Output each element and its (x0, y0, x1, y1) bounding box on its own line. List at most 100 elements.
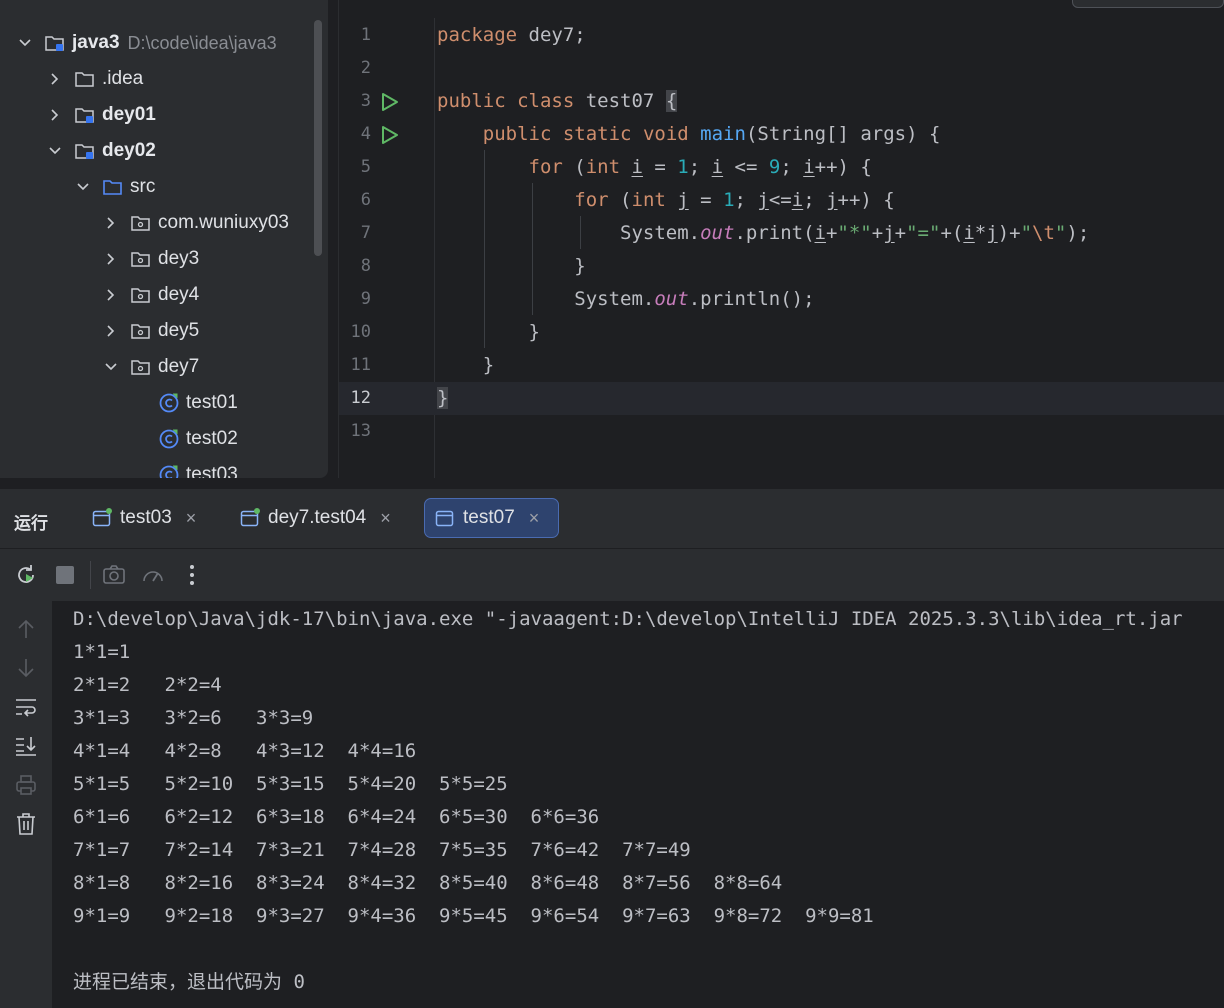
chevron-right-icon[interactable] (100, 248, 122, 270)
tree-item-label: .idea (102, 68, 144, 89)
tree-item-test02[interactable]: test02 (158, 421, 238, 457)
chevron-right-icon[interactable] (44, 68, 66, 90)
run-tab-label: test03 (120, 507, 172, 528)
chevron-right-icon[interactable] (100, 320, 122, 342)
run-toolbar (0, 548, 1224, 602)
line-number: 6 (360, 190, 371, 210)
profiler-icon[interactable] (141, 563, 165, 587)
code-token: System. (620, 222, 701, 244)
code-text: public static void main(String[] args) { (437, 118, 941, 151)
tree-item-label: dey5 (158, 320, 200, 341)
run-tab-test03[interactable]: test03 × (82, 498, 206, 538)
code-line: 1 package dey7; (339, 19, 1224, 52)
tree-item-label: test01 (186, 392, 238, 413)
code-token: ( (562, 156, 586, 178)
java-class-icon (158, 464, 180, 478)
line-number: 11 (350, 355, 371, 375)
line-number: 3 (360, 91, 371, 111)
code-token: )+ (997, 222, 1021, 244)
tree-item-idea[interactable]: .idea (44, 61, 143, 97)
tree-item-dey02[interactable]: dey02 (44, 133, 156, 169)
folder-icon (74, 68, 96, 90)
arrow-up-icon[interactable] (14, 617, 38, 641)
chevron-down-icon[interactable] (100, 356, 122, 378)
tree-item-label: dey3 (158, 248, 200, 269)
rerun-icon[interactable] (14, 563, 38, 587)
tree-item-package[interactable]: dey5 (100, 313, 199, 349)
code-token: dey7; (517, 24, 586, 46)
tree-item-dey7[interactable]: dey7 (100, 349, 199, 385)
code-line: 2 (339, 52, 1224, 85)
code-editor[interactable]: 1 package dey7; 2 3 public class test07 … (338, 0, 1224, 478)
console-line: D:\develop\Java\jdk-17\bin\java.exe "-ja… (73, 608, 1183, 630)
code-text: package dey7; (437, 19, 586, 52)
matched-brace: { (665, 90, 678, 112)
tree-item-label: dey02 (102, 140, 156, 161)
scroll-to-end-icon[interactable] (14, 734, 38, 758)
stop-icon[interactable] (53, 563, 77, 587)
tree-scrollbar[interactable] (314, 20, 322, 256)
string-literal: "*" (837, 222, 872, 244)
code-line: 4 public static void main(String[] args)… (339, 118, 1224, 151)
chevron-down-icon[interactable] (14, 32, 36, 54)
soft-wrap-icon[interactable] (14, 695, 38, 719)
code-token: .print( (734, 222, 815, 244)
chevron-down-icon[interactable] (44, 140, 66, 162)
code-token: + (825, 222, 838, 244)
variable: i (963, 222, 975, 244)
tree-item-test01[interactable]: test01 (158, 385, 238, 421)
more-options-icon[interactable] (180, 563, 204, 587)
code-token: +( (940, 222, 964, 244)
print-icon[interactable] (14, 773, 38, 797)
tree-item-label: src (130, 176, 156, 197)
tree-item-package[interactable]: com.wuniuxy03 (100, 205, 289, 241)
code-token: * (974, 222, 987, 244)
close-icon[interactable]: × (186, 508, 197, 529)
static-field: out (654, 288, 689, 310)
close-icon[interactable]: × (380, 508, 391, 529)
tree-item-test03[interactable]: test03 (158, 457, 238, 478)
chevron-right-icon[interactable] (100, 284, 122, 306)
string-literal: " (1020, 222, 1033, 244)
run-config-icon (240, 508, 260, 528)
console-line: 4*1=4 4*2=8 4*3=12 4*4=16 (73, 740, 417, 762)
console-line: 6*1=6 6*2=12 6*3=18 6*4=24 6*5=30 6*6=36 (73, 806, 600, 828)
variable: i (803, 156, 815, 178)
close-icon[interactable]: × (529, 508, 540, 529)
run-tab-test07[interactable]: test07 × (424, 498, 559, 538)
console-output[interactable]: D:\develop\Java\jdk-17\bin\java.exe "-ja… (53, 601, 1224, 1008)
chevron-right-icon[interactable] (44, 104, 66, 126)
package-icon (130, 284, 152, 306)
tree-item-package[interactable]: dey3 (100, 241, 199, 277)
tree-item-package[interactable]: dey4 (100, 277, 199, 313)
string-literal: " (1054, 222, 1067, 244)
tree-item-java3[interactable]: java3 D:\code\idea\java3 (14, 25, 277, 61)
run-gutter-icon[interactable] (379, 91, 401, 113)
chevron-down-icon[interactable] (72, 176, 94, 198)
code-token: test07 (574, 90, 666, 112)
tree-item-src[interactable]: src (72, 169, 155, 205)
variable: j (883, 222, 895, 244)
tree-item-dey01[interactable]: dey01 (44, 97, 156, 133)
run-gutter-icon[interactable] (379, 124, 401, 146)
run-tab-dey7-test04[interactable]: dey7.test04 × (230, 498, 401, 538)
code-text: } (437, 382, 449, 415)
number-literal: 1 (677, 156, 689, 178)
function-name: main (700, 123, 746, 145)
code-token: } (528, 321, 540, 343)
code-token: } (482, 354, 495, 376)
code-token: + (871, 222, 884, 244)
trash-icon[interactable] (14, 812, 38, 836)
module-folder-icon (74, 104, 96, 126)
console-line: 1*1=1 (73, 641, 131, 663)
variable: j (677, 189, 689, 211)
chevron-right-icon[interactable] (100, 212, 122, 234)
line-number: 8 (360, 256, 371, 276)
tree-item-label: java3 (72, 32, 120, 53)
matched-brace: } (437, 387, 449, 409)
run-tab-label: test07 (463, 507, 515, 528)
line-number: 4 (360, 124, 371, 144)
process-exit-message: 进程已结束，退出代码为 0 (73, 971, 305, 993)
camera-icon[interactable] (102, 563, 126, 587)
arrow-down-icon[interactable] (14, 656, 38, 680)
